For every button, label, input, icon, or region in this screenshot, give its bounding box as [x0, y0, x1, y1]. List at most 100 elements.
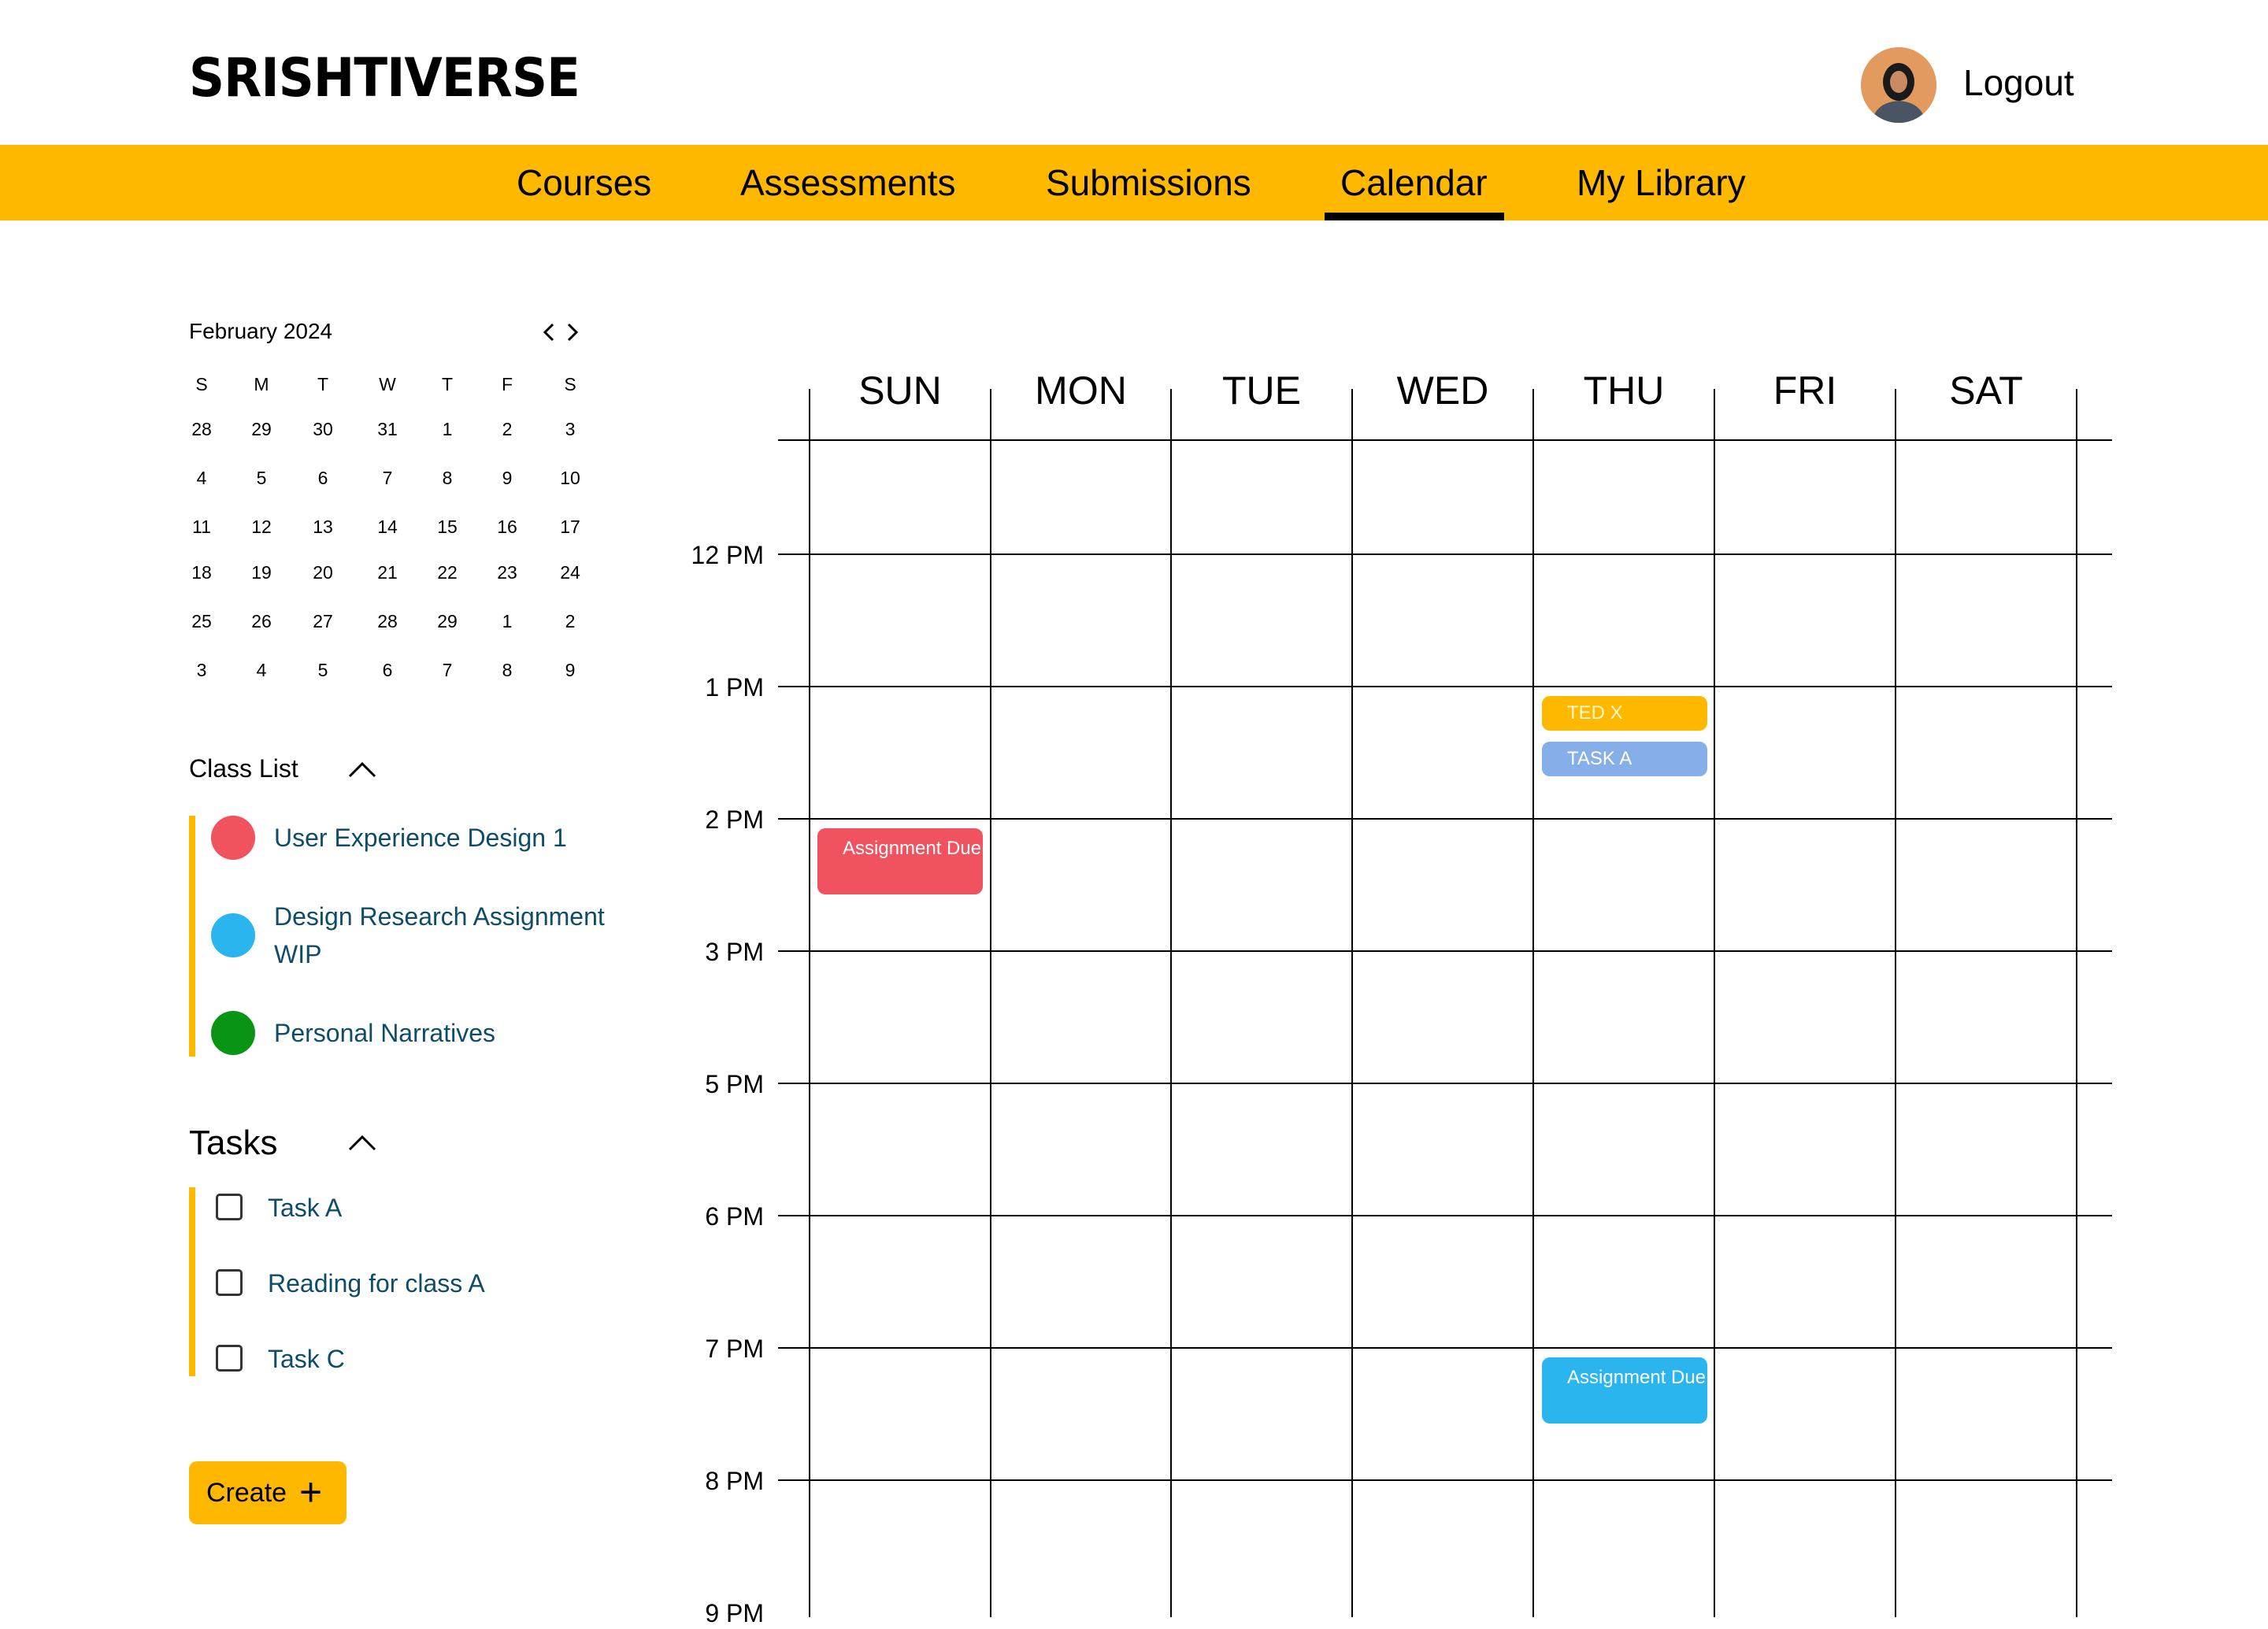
- chevron-right-icon: [567, 323, 579, 342]
- calendar-day[interactable]: 28: [186, 418, 217, 440]
- time-label: 5 PM: [705, 1070, 764, 1098]
- class-item-personal-narratives[interactable]: Personal Narratives: [274, 1014, 684, 1052]
- calendar-day[interactable]: 23: [491, 561, 523, 583]
- event-sun[interactable]: Assignment Due: [817, 828, 983, 894]
- class-color-dot: [211, 1011, 255, 1055]
- calendar-day[interactable]: 10: [554, 467, 586, 489]
- calendar-day[interactable]: 6: [372, 659, 403, 681]
- calendar-day[interactable]: 2: [491, 418, 523, 440]
- mini-calendar-month: February 2024: [189, 319, 333, 343]
- tasks-bar: [189, 1187, 195, 1376]
- calendar-day[interactable]: 14: [372, 516, 403, 538]
- calendar-day[interactable]: 18: [186, 561, 217, 583]
- calendar-day[interactable]: 19: [246, 561, 277, 583]
- calendar-day[interactable]: 1: [491, 610, 523, 632]
- time-label: 6 PM: [705, 1202, 764, 1231]
- calendar-day[interactable]: 3: [554, 418, 586, 440]
- calendar-day[interactable]: 22: [432, 561, 463, 583]
- calendar-day[interactable]: 2: [554, 610, 586, 632]
- grid-row-line: [778, 1347, 2112, 1349]
- day-header-wed: WED: [1396, 368, 1489, 413]
- nav-assessments[interactable]: Assessments: [740, 162, 956, 203]
- calendar-day[interactable]: 20: [307, 561, 339, 583]
- calendar-day[interactable]: 27: [307, 610, 339, 632]
- chevron-left-icon: [543, 323, 554, 342]
- calendar-day[interactable]: 9: [554, 659, 586, 681]
- next-month-button[interactable]: [561, 317, 584, 348]
- calendar-day[interactable]: 29: [432, 610, 463, 632]
- grid-row-line: [778, 553, 2112, 555]
- logo[interactable]: SRISHTIVERSE: [189, 52, 580, 106]
- calendar-day[interactable]: 30: [307, 418, 339, 440]
- grid-header-line: [778, 439, 2112, 441]
- calendar-day[interactable]: 24: [554, 561, 586, 583]
- calendar-day[interactable]: 9: [491, 467, 523, 489]
- calendar-day[interactable]: 1: [432, 418, 463, 440]
- class-list-collapse-button[interactable]: [346, 757, 378, 781]
- calendar-day[interactable]: 29: [246, 418, 277, 440]
- calendar-day[interactable]: 4: [246, 659, 277, 681]
- nav-my-library[interactable]: My Library: [1577, 162, 1746, 203]
- grid-row-line: [778, 818, 2112, 820]
- calendar-day[interactable]: 26: [246, 610, 277, 632]
- day-header-sun: SUN: [858, 368, 942, 413]
- calendar-day[interactable]: 15: [432, 516, 463, 538]
- class-item-user-experience-design[interactable]: User Experience Design 1: [274, 819, 684, 857]
- weekday-header: S: [195, 374, 208, 394]
- class-color-dot: [211, 816, 255, 860]
- time-label: 9 PM: [705, 1599, 764, 1627]
- chevron-up-icon: [348, 761, 376, 778]
- calendar-day[interactable]: 3: [186, 659, 217, 681]
- calendar-day[interactable]: 5: [307, 659, 339, 681]
- weekday-header: W: [379, 374, 396, 394]
- calendar-day[interactable]: 4: [186, 467, 217, 489]
- calendar-day[interactable]: 11: [186, 516, 217, 538]
- grid-row-line: [778, 686, 2112, 687]
- time-label: 7 PM: [705, 1335, 764, 1363]
- nav-submissions[interactable]: Submissions: [1046, 162, 1251, 203]
- avatar[interactable]: [1861, 47, 1936, 123]
- task-checkbox[interactable]: [216, 1194, 243, 1220]
- time-label: 12 PM: [691, 541, 764, 569]
- weekday-header: T: [317, 374, 329, 394]
- event-thu[interactable]: TASK A: [1542, 742, 1707, 776]
- event-thu[interactable]: Assignment Due: [1542, 1357, 1707, 1424]
- event-thu[interactable]: TED X: [1542, 696, 1707, 731]
- day-header-thu: THU: [1583, 368, 1665, 413]
- calendar-day[interactable]: 25: [186, 610, 217, 632]
- class-list-title: Class List: [189, 754, 298, 783]
- nav-courses[interactable]: Courses: [517, 162, 651, 203]
- task-item-task-c[interactable]: Task C: [268, 1343, 345, 1375]
- task-checkbox[interactable]: [216, 1345, 243, 1372]
- calendar-day[interactable]: 7: [372, 467, 403, 489]
- create-button[interactable]: Create +: [189, 1461, 346, 1524]
- class-color-dot: [211, 913, 255, 957]
- calendar-day[interactable]: 28: [372, 610, 403, 632]
- calendar-day[interactable]: 7: [432, 659, 463, 681]
- nav-active-indicator: [1325, 213, 1504, 220]
- task-item-task-a[interactable]: Task A: [268, 1192, 342, 1224]
- calendar-day[interactable]: 8: [432, 467, 463, 489]
- task-item-reading[interactable]: Reading for class A: [268, 1268, 485, 1299]
- day-header-mon: MON: [1035, 368, 1127, 413]
- tasks-collapse-button[interactable]: [346, 1131, 378, 1154]
- calendar-day[interactable]: 12: [246, 516, 277, 538]
- calendar-day[interactable]: 21: [372, 561, 403, 583]
- task-checkbox[interactable]: [216, 1269, 243, 1296]
- plus-icon: +: [299, 1470, 323, 1514]
- calendar-day[interactable]: 6: [307, 467, 339, 489]
- class-item-design-research[interactable]: Design Research Assignment WIP: [274, 898, 652, 973]
- logout-button[interactable]: Logout: [1963, 65, 2074, 101]
- nav-calendar[interactable]: Calendar: [1340, 162, 1488, 203]
- calendar-day[interactable]: 5: [246, 467, 277, 489]
- calendar-day[interactable]: 31: [372, 418, 403, 440]
- chevron-up-icon: [348, 1135, 376, 1151]
- avatar-icon: [1861, 47, 1936, 123]
- calendar-day[interactable]: 8: [491, 659, 523, 681]
- calendar-day[interactable]: 17: [554, 516, 586, 538]
- calendar-day[interactable]: 13: [307, 516, 339, 538]
- calendar-day[interactable]: 16: [491, 516, 523, 538]
- prev-month-button[interactable]: [537, 317, 561, 348]
- weekday-header: M: [254, 374, 269, 394]
- grid-row-line: [778, 1479, 2112, 1481]
